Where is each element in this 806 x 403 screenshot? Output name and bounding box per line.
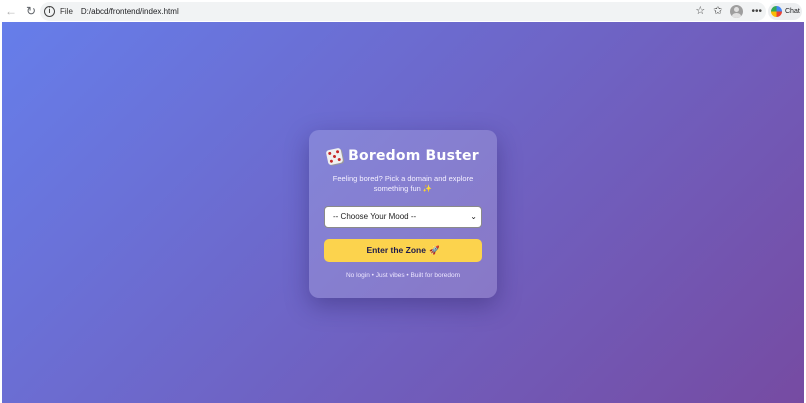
- address-bar-actions: ☆ ✩ •••: [695, 3, 762, 20]
- reload-icon[interactable]: ↻: [22, 2, 40, 20]
- browser-toolbar: ← ↻ i File D:/abcd/frontend/index.html ☆…: [0, 0, 806, 22]
- dice-icon: [325, 147, 344, 165]
- address-bar[interactable]: i File D:/abcd/frontend/index.html ☆ ✩ •…: [40, 2, 766, 21]
- profile-avatar-icon[interactable]: [730, 5, 744, 18]
- footer-note: No login • Just vibes • Built for boredo…: [345, 272, 461, 279]
- title-row: Boredom Buster: [309, 147, 497, 165]
- rocket-icon: 🚀: [428, 245, 440, 255]
- favorites-list-icon[interactable]: ✩: [713, 3, 722, 20]
- page-title: Boredom Buster: [348, 148, 479, 164]
- enter-zone-button-label: Enter the Zone: [366, 245, 426, 255]
- chat-button-label: Chat: [785, 8, 800, 15]
- page-background: Boredom Buster Feeling bored? Pick a dom…: [2, 22, 804, 403]
- favorite-star-icon[interactable]: ☆: [695, 3, 705, 20]
- enter-zone-button[interactable]: Enter the Zone 🚀: [324, 239, 482, 262]
- mood-select-value: -- Choose Your Mood --: [333, 212, 417, 221]
- subtitle: Feeling bored? Pick a domain and explore…: [332, 174, 474, 193]
- address-scheme-label: File: [60, 7, 73, 16]
- copilot-logo-icon: [771, 6, 782, 17]
- info-icon[interactable]: i: [44, 6, 55, 17]
- mood-select[interactable]: -- Choose Your Mood -- ⌄: [324, 206, 482, 228]
- back-arrow-icon[interactable]: ←: [2, 2, 20, 20]
- main-card: Boredom Buster Feeling bored? Pick a dom…: [309, 130, 497, 298]
- more-options-icon[interactable]: •••: [751, 6, 762, 17]
- url-text[interactable]: D:/abcd/frontend/index.html: [81, 7, 179, 16]
- chat-button[interactable]: Chat: [768, 3, 802, 20]
- chevron-down-icon: ⌄: [470, 212, 477, 221]
